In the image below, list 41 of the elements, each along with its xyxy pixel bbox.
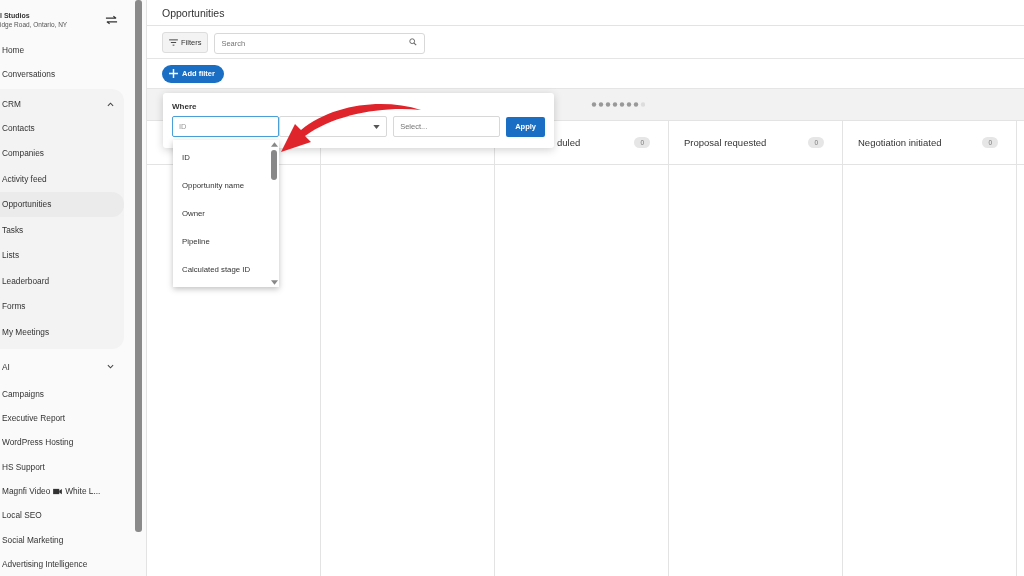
nav-group-header[interactable]: CRM <box>0 93 124 116</box>
nav-item[interactable]: My Meetings <box>0 319 124 345</box>
video-camera-icon <box>53 487 63 495</box>
nav-item[interactable]: Local SEO <box>0 503 124 528</box>
scroll-up-icon[interactable] <box>270 142 278 147</box>
nav-item[interactable]: Companies <box>0 140 124 167</box>
nav-label: Magnfi Video <box>2 486 51 496</box>
nav-item[interactable]: WordPress Hosting <box>0 430 124 455</box>
nav-item[interactable]: Conversations <box>0 61 124 87</box>
nav-item[interactable]: Opportunities <box>0 191 124 218</box>
chevron-up-icon <box>107 101 114 107</box>
scrollbar-thumb[interactable] <box>134 0 142 532</box>
nav-item[interactable]: Campaigns <box>0 381 124 406</box>
chevron-down-icon <box>107 364 114 370</box>
nav-label: White L... <box>65 486 101 496</box>
column-title: Negotiation initiated <box>858 137 942 148</box>
page-dots-icon[interactable] <box>591 102 645 107</box>
nav-item[interactable]: Lists <box>0 242 124 269</box>
caret-icon <box>373 124 381 129</box>
nav-item[interactable]: Social Marketing <box>0 527 124 552</box>
scroll-down-icon[interactable] <box>270 280 278 285</box>
nav-item[interactable]: Tasks <box>0 217 124 243</box>
filter-icon <box>169 38 178 46</box>
where-label: Where <box>172 102 198 111</box>
plus-icon <box>169 69 178 78</box>
nav-item[interactable]: Forms <box>0 293 124 320</box>
page-title: Opportunities <box>162 6 225 19</box>
nav-item[interactable]: Leaderboard <box>0 268 124 294</box>
swap-icon[interactable] <box>105 15 118 26</box>
nav-item[interactable]: Home <box>0 37 124 62</box>
scrollbar-thumb[interactable] <box>271 150 277 180</box>
column-title: duled <box>557 137 581 148</box>
column-title: Proposal requested <box>684 137 767 148</box>
search-icon <box>409 37 418 46</box>
nav-item[interactable]: Contacts <box>0 115 124 141</box>
nav-item[interactable]: Advertising Intelligence <box>0 551 124 576</box>
nav-item[interactable]: Magnfi Video White L... <box>0 478 124 504</box>
nav-item[interactable]: HS Support <box>0 454 124 479</box>
nav-item[interactable]: Executive Report <box>0 405 124 431</box>
nav-group-header[interactable]: AI <box>0 355 124 378</box>
nav-item[interactable]: Activity feed <box>0 166 124 192</box>
